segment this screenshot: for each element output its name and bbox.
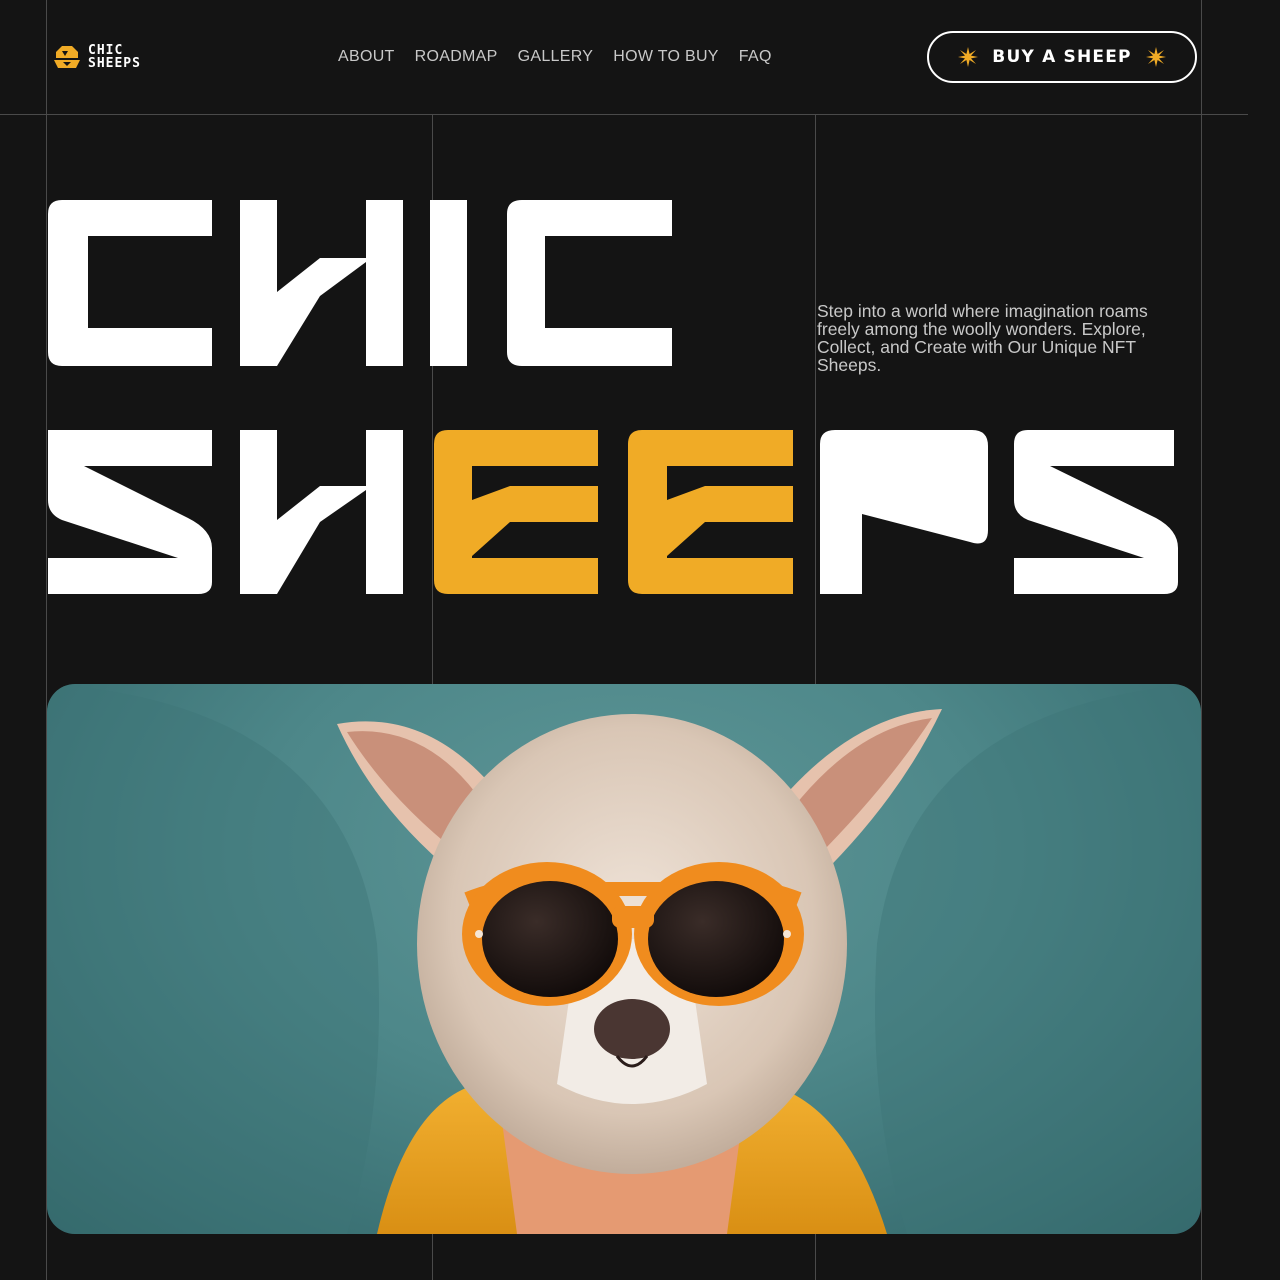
hero-sheep-image	[47, 684, 1201, 1234]
hero-title-line2	[48, 430, 1178, 594]
hero-title-line1	[48, 200, 672, 366]
sheep-illustration	[47, 684, 1201, 1234]
hero-tagline: Step into a world where imagination roam…	[817, 301, 1148, 375]
